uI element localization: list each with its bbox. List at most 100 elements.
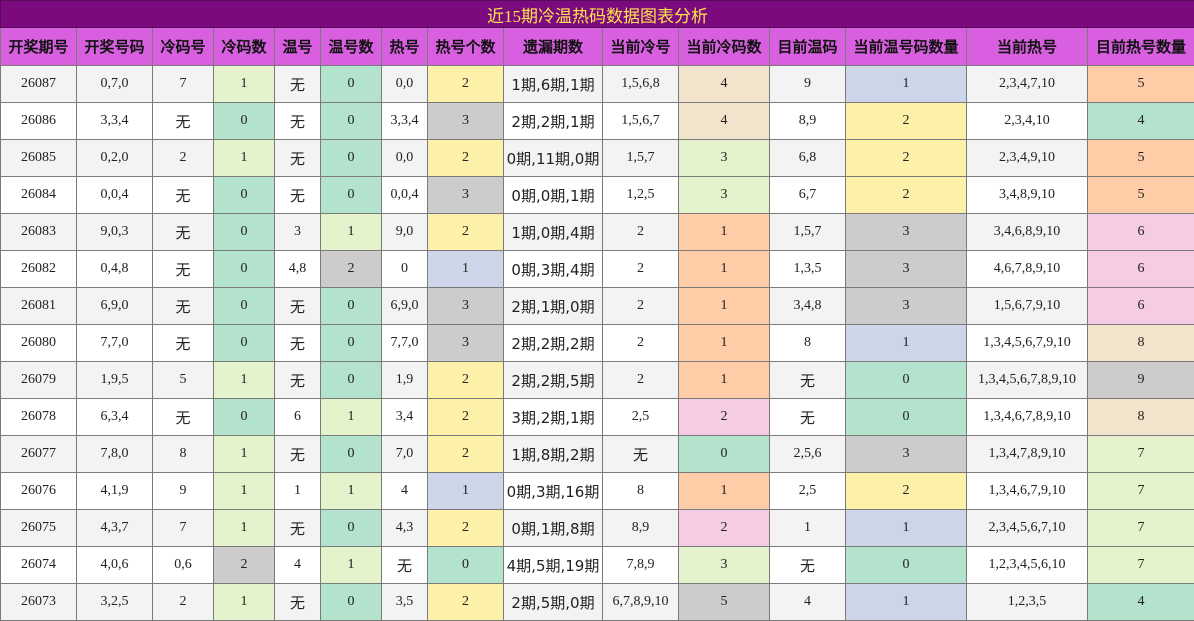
issue-number-cell: 26087 bbox=[1, 66, 77, 103]
warm-count-cell: 2 bbox=[321, 251, 382, 288]
cold-numbers-cell: 无 bbox=[153, 214, 214, 251]
current-warm-count-cell: 0 bbox=[846, 547, 967, 584]
hot-count-cell: 3 bbox=[428, 288, 504, 325]
table-row: 260820,4,8无04,82010期,3期,4期211,3,534,6,7,… bbox=[1, 251, 1194, 288]
current-hot-count-cell: 7 bbox=[1088, 436, 1194, 473]
hot-numbers-cell: 3,3,4 bbox=[382, 103, 428, 140]
current-cold-count-cell: 4 bbox=[679, 66, 770, 103]
table-title: 近15期冷温热码数据图表分析 bbox=[1, 1, 1194, 28]
issue-number-cell: 26078 bbox=[1, 399, 77, 436]
table-row: 260839,0,3无0319,021期,0期,4期211,5,733,4,6,… bbox=[1, 214, 1194, 251]
current-cold-count-cell: 5 bbox=[679, 584, 770, 621]
warm-numbers-cell: 无 bbox=[275, 325, 321, 362]
current-warm-count-cell: 1 bbox=[846, 325, 967, 362]
hot-count-cell: 2 bbox=[428, 436, 504, 473]
current-warm-count-cell: 3 bbox=[846, 214, 967, 251]
draw-numbers-cell: 0,2,0 bbox=[77, 140, 153, 177]
current-hot-cell: 1,5,6,7,9,10 bbox=[967, 288, 1088, 325]
hot-count-cell: 1 bbox=[428, 251, 504, 288]
column-header: 目前温码 bbox=[770, 28, 846, 66]
current-cold-cell: 1,5,7 bbox=[603, 140, 679, 177]
column-header: 当前热号 bbox=[967, 28, 1088, 66]
issue-number-cell: 26085 bbox=[1, 140, 77, 177]
warm-count-cell: 0 bbox=[321, 325, 382, 362]
table-row: 260863,3,4无0无03,3,432期,2期,1期1,5,6,748,92… bbox=[1, 103, 1194, 140]
warm-count-cell: 0 bbox=[321, 436, 382, 473]
current-cold-count-cell: 1 bbox=[679, 251, 770, 288]
current-warm-count-cell: 1 bbox=[846, 584, 967, 621]
miss-periods-cell: 1期,6期,1期 bbox=[504, 66, 603, 103]
current-cold-cell: 2 bbox=[603, 214, 679, 251]
issue-number-cell: 26086 bbox=[1, 103, 77, 140]
warm-numbers-cell: 无 bbox=[275, 66, 321, 103]
current-hot-count-cell: 5 bbox=[1088, 177, 1194, 214]
table-row: 260764,1,99111410期,3期,16期812,521,3,4,6,7… bbox=[1, 473, 1194, 510]
current-warm-cell: 3,4,8 bbox=[770, 288, 846, 325]
warm-numbers-cell: 无 bbox=[275, 140, 321, 177]
warm-count-cell: 1 bbox=[321, 399, 382, 436]
column-header: 热号个数 bbox=[428, 28, 504, 66]
draw-numbers-cell: 4,0,6 bbox=[77, 547, 153, 584]
cold-count-cell: 1 bbox=[214, 584, 275, 621]
current-hot-cell: 1,3,4,6,7,8,9,10 bbox=[967, 399, 1088, 436]
warm-count-cell: 0 bbox=[321, 66, 382, 103]
table-row: 260744,0,60,6241无04期,5期,19期7,8,93无01,2,3… bbox=[1, 547, 1194, 584]
column-header: 当前冷号 bbox=[603, 28, 679, 66]
miss-periods-cell: 4期,5期,19期 bbox=[504, 547, 603, 584]
current-hot-count-cell: 7 bbox=[1088, 473, 1194, 510]
current-cold-cell: 2 bbox=[603, 251, 679, 288]
warm-count-cell: 0 bbox=[321, 140, 382, 177]
table-body: 260870,7,071无00,021期,6期,1期1,5,6,84912,3,… bbox=[1, 66, 1194, 621]
cold-numbers-cell: 无 bbox=[153, 325, 214, 362]
current-hot-count-cell: 9 bbox=[1088, 362, 1194, 399]
hot-numbers-cell: 6,9,0 bbox=[382, 288, 428, 325]
issue-number-cell: 26081 bbox=[1, 288, 77, 325]
current-cold-count-cell: 4 bbox=[679, 103, 770, 140]
miss-periods-cell: 0期,3期,16期 bbox=[504, 473, 603, 510]
issue-number-cell: 26080 bbox=[1, 325, 77, 362]
cold-count-cell: 0 bbox=[214, 214, 275, 251]
current-cold-cell: 2 bbox=[603, 325, 679, 362]
current-hot-count-cell: 5 bbox=[1088, 140, 1194, 177]
current-hot-count-cell: 5 bbox=[1088, 66, 1194, 103]
warm-numbers-cell: 无 bbox=[275, 584, 321, 621]
cold-numbers-cell: 5 bbox=[153, 362, 214, 399]
miss-periods-cell: 0期,3期,4期 bbox=[504, 251, 603, 288]
hot-cold-analysis-table: 近15期冷温热码数据图表分析 开奖期号开奖号码冷码号冷码数温号温号数热号热号个数… bbox=[0, 0, 1194, 621]
current-cold-count-cell: 2 bbox=[679, 510, 770, 547]
cold-numbers-cell: 7 bbox=[153, 510, 214, 547]
current-hot-count-cell: 8 bbox=[1088, 325, 1194, 362]
warm-numbers-cell: 无 bbox=[275, 510, 321, 547]
cold-count-cell: 1 bbox=[214, 66, 275, 103]
cold-numbers-cell: 无 bbox=[153, 251, 214, 288]
table-title-row: 近15期冷温热码数据图表分析 bbox=[1, 1, 1194, 28]
draw-numbers-cell: 3,2,5 bbox=[77, 584, 153, 621]
current-hot-cell: 1,3,4,7,8,9,10 bbox=[967, 436, 1088, 473]
warm-numbers-cell: 3 bbox=[275, 214, 321, 251]
column-header: 当前温号码数量 bbox=[846, 28, 967, 66]
current-warm-cell: 1,5,7 bbox=[770, 214, 846, 251]
current-warm-cell: 8 bbox=[770, 325, 846, 362]
current-cold-cell: 7,8,9 bbox=[603, 547, 679, 584]
miss-periods-cell: 0期,11期,0期 bbox=[504, 140, 603, 177]
table-row: 260791,9,551无01,922期,2期,5期21无01,3,4,5,6,… bbox=[1, 362, 1194, 399]
draw-numbers-cell: 4,3,7 bbox=[77, 510, 153, 547]
column-header: 开奖期号 bbox=[1, 28, 77, 66]
draw-numbers-cell: 7,7,0 bbox=[77, 325, 153, 362]
cold-numbers-cell: 无 bbox=[153, 399, 214, 436]
issue-number-cell: 26073 bbox=[1, 584, 77, 621]
draw-numbers-cell: 7,8,0 bbox=[77, 436, 153, 473]
current-hot-cell: 2,3,4,9,10 bbox=[967, 140, 1088, 177]
miss-periods-cell: 1期,8期,2期 bbox=[504, 436, 603, 473]
current-hot-cell: 3,4,6,8,9,10 bbox=[967, 214, 1088, 251]
column-header: 热号 bbox=[382, 28, 428, 66]
column-header: 冷码数 bbox=[214, 28, 275, 66]
current-hot-count-cell: 6 bbox=[1088, 251, 1194, 288]
cold-count-cell: 0 bbox=[214, 325, 275, 362]
miss-periods-cell: 2期,2期,1期 bbox=[504, 103, 603, 140]
hot-numbers-cell: 0,0 bbox=[382, 66, 428, 103]
cold-count-cell: 0 bbox=[214, 288, 275, 325]
current-cold-count-cell: 1 bbox=[679, 214, 770, 251]
cold-numbers-cell: 8 bbox=[153, 436, 214, 473]
current-cold-cell: 2,5 bbox=[603, 399, 679, 436]
